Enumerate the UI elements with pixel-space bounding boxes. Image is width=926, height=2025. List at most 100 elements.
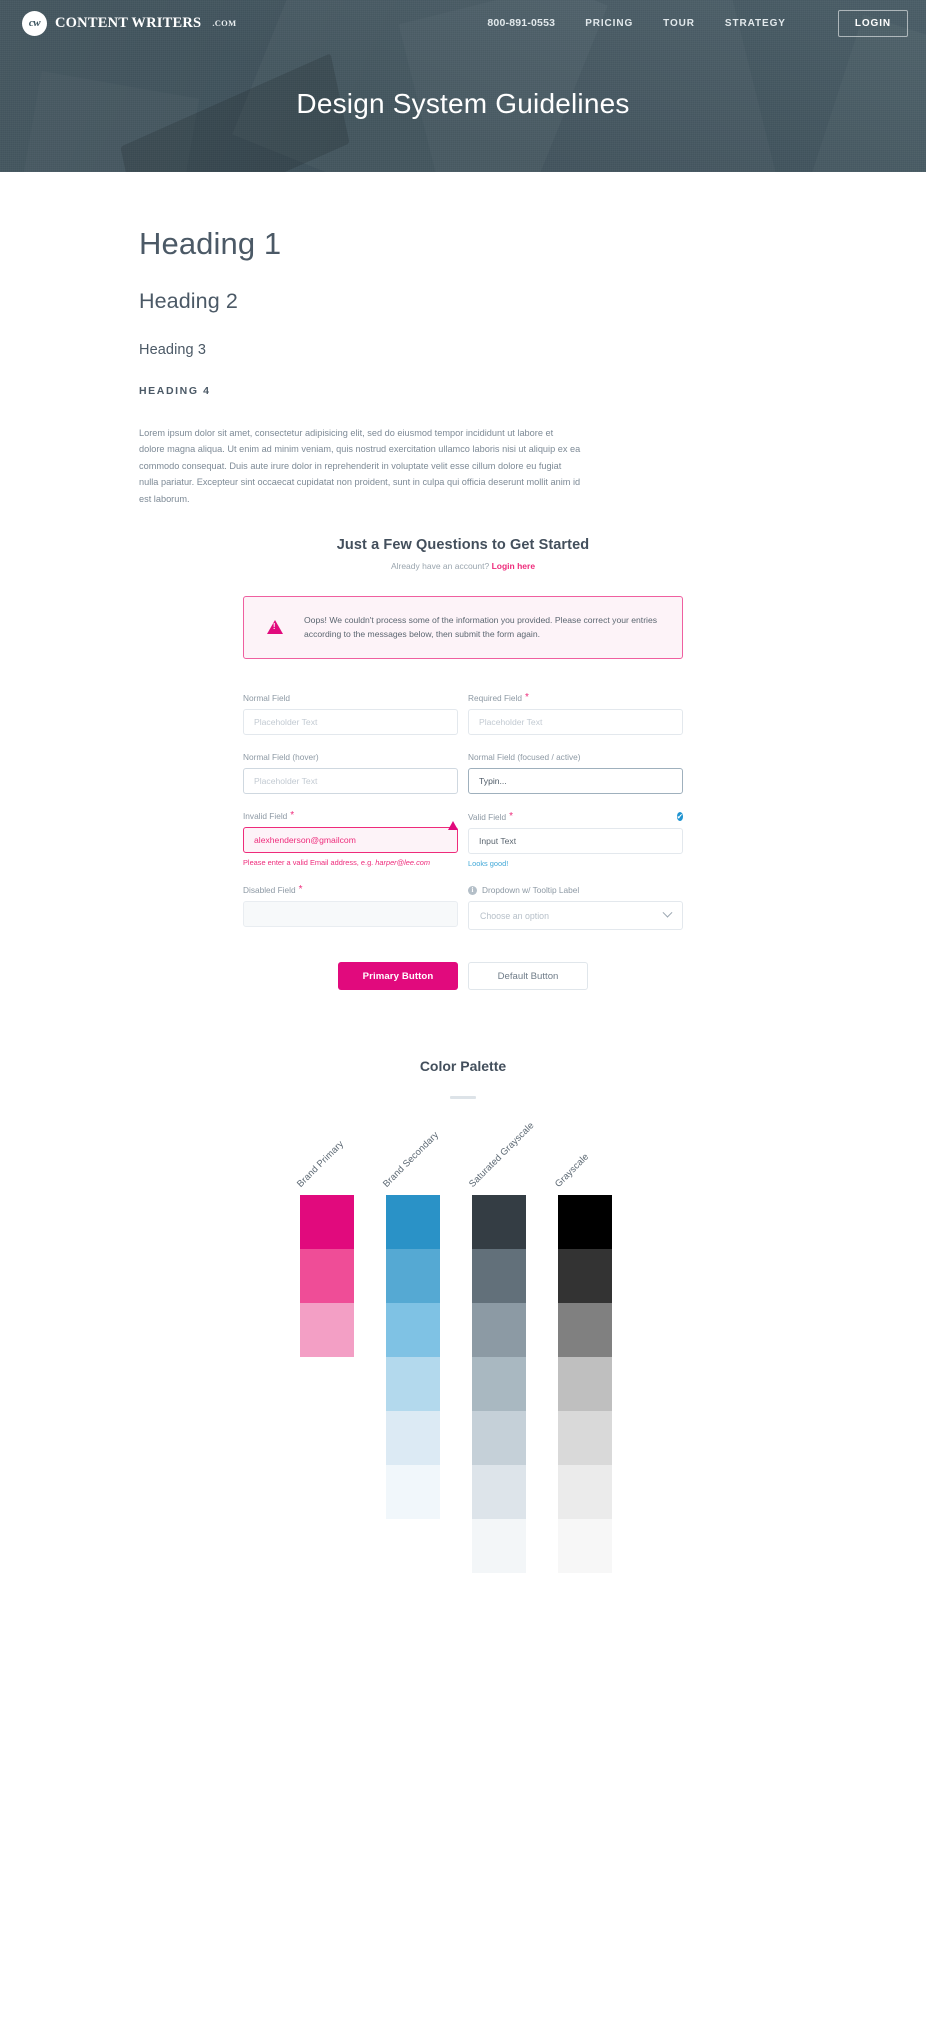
page-bottom-spacer bbox=[0, 1573, 926, 1663]
invalid-help-prefix: Please enter a valid Email address, e.g. bbox=[243, 858, 376, 868]
valid-field-input[interactable] bbox=[468, 828, 683, 855]
focused-field-input[interactable] bbox=[468, 768, 683, 795]
disabled-field-input bbox=[243, 901, 458, 928]
required-asterisk-icon: * bbox=[509, 810, 514, 822]
field-hover: Normal Field (hover) bbox=[243, 752, 458, 795]
cw-logo-icon: cw bbox=[22, 10, 47, 36]
page-title: Design System Guidelines bbox=[296, 88, 630, 119]
form-section: Just a Few Questions to Get Started Alre… bbox=[0, 536, 926, 991]
brand-name-label: CONTENT WRITERS bbox=[55, 14, 202, 31]
color-swatch bbox=[558, 1249, 612, 1304]
field-focused-label-text: Normal Field (focused / active) bbox=[468, 752, 581, 763]
color-swatch bbox=[472, 1195, 526, 1250]
normal-field-input[interactable] bbox=[243, 709, 458, 736]
heading-4-sample: HEADING 4 bbox=[139, 385, 211, 397]
color-swatch bbox=[472, 1249, 526, 1304]
brand-logo[interactable]: cw CONTENT WRITERS .COM bbox=[22, 10, 237, 36]
color-swatch bbox=[386, 1357, 440, 1412]
field-disabled-label: Disabled Field * bbox=[243, 885, 458, 896]
palette-column: Saturated Grayscale bbox=[466, 1120, 536, 1574]
field-normal-label-text: Normal Field bbox=[243, 693, 291, 704]
field-focused-label: Normal Field (focused / active) bbox=[468, 752, 683, 762]
hero-decorative-shape-e bbox=[21, 71, 199, 172]
field-required-label: Required Field * bbox=[468, 692, 683, 704]
color-swatch bbox=[386, 1519, 440, 1574]
info-tooltip-icon[interactable]: i bbox=[468, 885, 477, 895]
heading-1-sample: Heading 1 bbox=[139, 226, 282, 261]
dropdown-select[interactable]: Choose an option bbox=[468, 901, 683, 931]
default-button[interactable]: Default Button bbox=[468, 962, 588, 991]
field-invalid-label-text: Invalid Field bbox=[243, 811, 288, 822]
color-swatch bbox=[386, 1411, 440, 1466]
field-valid: Valid Field * ✔ Looks good! bbox=[468, 811, 683, 868]
color-swatch bbox=[472, 1303, 526, 1358]
color-swatch bbox=[386, 1465, 440, 1520]
nav-item-strategy[interactable]: STRATEGY bbox=[725, 18, 786, 29]
field-valid-label: Valid Field * ✔ bbox=[468, 811, 683, 822]
header-nav: 800-891-0553 PRICING TOUR STRATEGY LOGIN bbox=[487, 9, 908, 37]
field-dropdown: i Dropdown w/ Tooltip Label Choose an op… bbox=[468, 885, 683, 931]
required-asterisk-icon: * bbox=[290, 810, 295, 822]
form-fields-grid: Normal Field Required Field * Normal Fie… bbox=[243, 692, 683, 931]
nav-item-tour[interactable]: TOUR bbox=[663, 18, 695, 29]
typography-section: Heading 1 Heading 2 Heading 3 HEADING 4 … bbox=[139, 226, 581, 507]
chevron-down-icon bbox=[662, 907, 673, 918]
hover-field-input[interactable] bbox=[243, 768, 458, 795]
invalid-field-error-message: Please enter a valid Email address, e.g.… bbox=[243, 858, 458, 867]
brand-tld-label: .COM bbox=[212, 18, 237, 28]
invalid-warning-icon bbox=[448, 811, 458, 831]
dropdown-wrapper: Choose an option bbox=[468, 901, 683, 931]
body-paragraph-sample: Lorem ipsum dolor sit amet, consectetur … bbox=[139, 428, 581, 504]
page-content: Heading 1 Heading 2 Heading 3 HEADING 4 … bbox=[0, 226, 926, 1663]
warning-triangle-icon bbox=[262, 620, 288, 635]
form-subheading: Already have an account? Login here bbox=[0, 561, 926, 571]
field-dropdown-label: i Dropdown w/ Tooltip Label bbox=[468, 885, 683, 895]
primary-button[interactable]: Primary Button bbox=[338, 962, 458, 991]
login-here-link[interactable]: Login here bbox=[492, 561, 535, 571]
form-heading: Just a Few Questions to Get Started bbox=[336, 536, 590, 553]
field-dropdown-label-text: Dropdown w/ Tooltip Label bbox=[482, 885, 580, 896]
color-swatch bbox=[558, 1195, 612, 1250]
color-swatch bbox=[472, 1519, 526, 1574]
palette-swatch-grid: Brand Primary Brand Secondary Saturated Gr… bbox=[243, 1120, 683, 1574]
color-swatch bbox=[472, 1357, 526, 1412]
invalid-help-example: harper@lee.com bbox=[375, 858, 431, 868]
color-swatch bbox=[558, 1465, 612, 1520]
nav-item-pricing[interactable]: PRICING bbox=[585, 18, 633, 29]
color-swatch bbox=[300, 1519, 354, 1574]
top-navigation-bar: cw CONTENT WRITERS .COM 800-891-0553 PRI… bbox=[0, 0, 926, 46]
site-header-hero: cw CONTENT WRITERS .COM 800-891-0553 PRI… bbox=[0, 0, 926, 172]
color-swatch bbox=[300, 1357, 354, 1412]
palette-column: Grayscale bbox=[552, 1151, 612, 1574]
heading-2-sample: Heading 2 bbox=[139, 289, 238, 313]
field-normal-label: Normal Field bbox=[243, 693, 458, 703]
field-disabled: Disabled Field * bbox=[243, 885, 458, 930]
color-palette-section: Color Palette Brand Primary Brand Seconda… bbox=[0, 1058, 926, 1574]
form-button-row: Primary Button Default Button bbox=[243, 962, 683, 991]
palette-label-spacer bbox=[0, 1099, 926, 1195]
valid-field-success-message: Looks good! bbox=[468, 859, 509, 869]
login-button[interactable]: LOGIN bbox=[837, 9, 908, 37]
required-field-input[interactable] bbox=[468, 709, 683, 736]
field-normal: Normal Field bbox=[243, 693, 458, 736]
header-phone-number[interactable]: 800-891-0553 bbox=[487, 17, 555, 29]
field-invalid-label: Invalid Field * bbox=[243, 810, 458, 831]
color-swatch bbox=[558, 1357, 612, 1412]
color-swatch bbox=[472, 1411, 526, 1466]
color-swatch bbox=[558, 1519, 612, 1574]
required-asterisk-icon: * bbox=[524, 692, 529, 704]
palette-column: Brand Secondary bbox=[380, 1129, 440, 1574]
color-swatch bbox=[386, 1195, 440, 1250]
color-swatch bbox=[558, 1411, 612, 1466]
field-hover-label: Normal Field (hover) bbox=[243, 752, 458, 762]
field-valid-label-text: Valid Field bbox=[468, 811, 507, 822]
field-hover-label-text: Normal Field (hover) bbox=[243, 752, 319, 763]
alert-message: Oops! We couldn't process some of the in… bbox=[304, 614, 658, 640]
color-swatch bbox=[300, 1465, 354, 1520]
color-swatch bbox=[300, 1195, 354, 1250]
dropdown-selected-value: Choose an option bbox=[480, 910, 549, 921]
invalid-field-input[interactable] bbox=[243, 827, 458, 854]
field-invalid: Invalid Field * Please enter a valid Ema… bbox=[243, 811, 458, 868]
already-have-account-text: Already have an account? bbox=[390, 560, 492, 571]
color-palette-heading: Color Palette bbox=[419, 1058, 507, 1075]
